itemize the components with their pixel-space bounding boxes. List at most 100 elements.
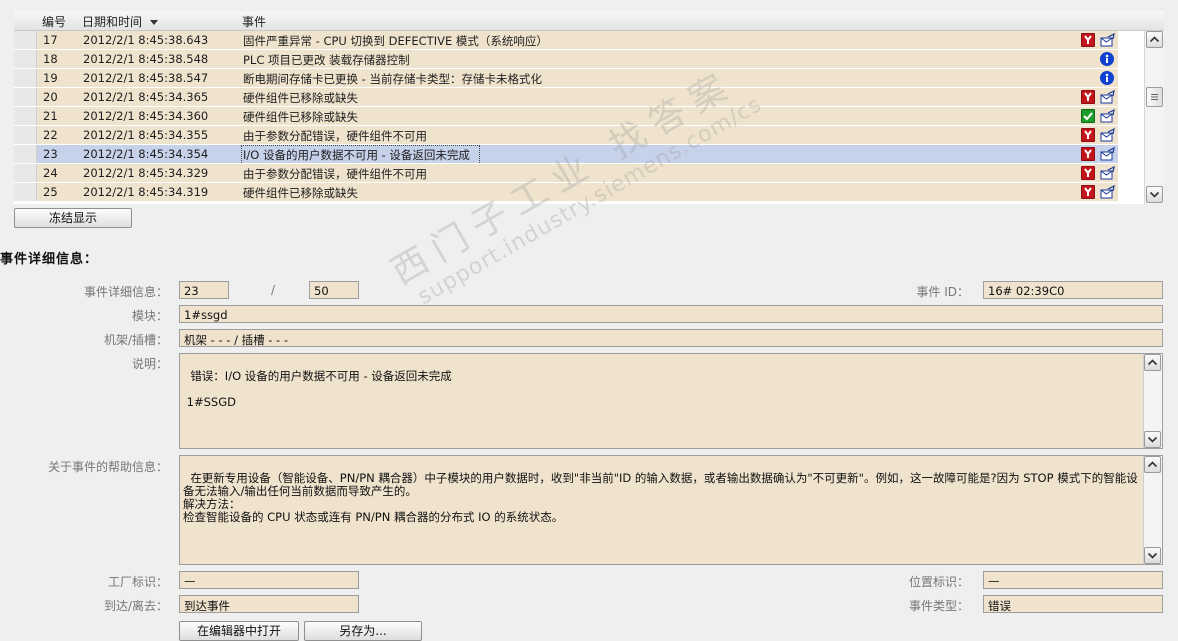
table-header: 编号 日期和时间 事件 bbox=[14, 11, 1164, 31]
row-event-text: 硬件组件已移除或缺失 bbox=[243, 110, 358, 124]
description-textarea[interactable]: 错误：I/O 设备的用户数据不可用 - 设备返回未完成 1#SSGD bbox=[179, 353, 1163, 449]
acknowledge-icon[interactable] bbox=[1100, 166, 1115, 180]
row-selector[interactable] bbox=[14, 88, 37, 106]
info-icon[interactable] bbox=[1100, 52, 1114, 66]
event-total-field[interactable]: 50 bbox=[309, 281, 359, 299]
event-type-field[interactable]: 错误 bbox=[983, 595, 1163, 613]
row-number: 25 bbox=[43, 185, 58, 199]
row-selector[interactable] bbox=[14, 183, 37, 201]
description-scrollbar[interactable] bbox=[1143, 354, 1162, 448]
row-number: 23 bbox=[43, 147, 58, 161]
row-datetime: 2012/2/1 8:45:38.547 bbox=[83, 71, 209, 85]
row-selector[interactable] bbox=[14, 145, 37, 163]
row-number: 22 bbox=[43, 128, 58, 142]
location-id-label: 位置标识： bbox=[908, 575, 969, 589]
table-row[interactable]: 23 2012/2/1 8:45:34.354 I/O 设备的用户数据不可用 - 设… bbox=[14, 145, 1118, 165]
scroll-up-button[interactable] bbox=[1144, 456, 1161, 473]
row-number: 21 bbox=[43, 109, 58, 123]
scroll-down-button[interactable] bbox=[1144, 431, 1161, 448]
table-row[interactable]: 17 2012/2/1 8:45:38.643 固件严重异常 - CPU 切换到 D… bbox=[14, 31, 1118, 50]
row-event-text: PLC 项目已更改 装载存储器控制 bbox=[243, 53, 410, 67]
table-row[interactable]: 24 2012/2/1 8:45:34.329 由于参数分配错误，硬件组件不可用 bbox=[14, 164, 1118, 183]
table-scrollbar[interactable] bbox=[1144, 31, 1164, 204]
help-text: 在更新专用设备（智能设备、PN/PN 耦合器）中子模块的用户数据时，收到"非当前… bbox=[183, 471, 1138, 524]
scroll-up-button[interactable] bbox=[1144, 354, 1161, 371]
acknowledge-icon[interactable] bbox=[1100, 185, 1115, 199]
error-repair-icon[interactable] bbox=[1081, 147, 1095, 161]
row-selector[interactable] bbox=[14, 126, 37, 144]
table-row[interactable]: 25 2012/2/1 8:45:34.319 硬件组件已移除或缺失 bbox=[14, 183, 1118, 202]
table-row[interactable]: 20 2012/2/1 8:45:34.365 硬件组件已移除或缺失 bbox=[14, 88, 1118, 107]
row-number: 19 bbox=[43, 71, 58, 85]
scroll-thumb[interactable] bbox=[1146, 87, 1163, 107]
row-selector[interactable] bbox=[14, 31, 37, 49]
arrive-leave-label: 到达/离去： bbox=[103, 599, 168, 613]
scroll-down-button[interactable] bbox=[1144, 547, 1161, 564]
column-header-event[interactable]: 事件 bbox=[242, 13, 266, 30]
row-datetime: 2012/2/1 8:45:34.360 bbox=[83, 109, 209, 123]
column-header-datetime[interactable]: 日期和时间 bbox=[82, 13, 159, 30]
acknowledge-icon[interactable] bbox=[1100, 147, 1115, 161]
description-label: 说明： bbox=[131, 357, 168, 371]
event-id-label: 事件 ID： bbox=[916, 285, 969, 299]
chevron-down-icon bbox=[1147, 436, 1158, 443]
row-selector[interactable] bbox=[14, 107, 37, 125]
row-datetime: 2012/2/1 8:45:34.329 bbox=[83, 166, 209, 180]
row-selector[interactable] bbox=[14, 50, 37, 68]
scroll-down-button[interactable] bbox=[1146, 186, 1163, 203]
plant-id-field[interactable]: — bbox=[179, 571, 359, 589]
chevron-up-icon bbox=[1147, 461, 1158, 468]
chevron-up-icon bbox=[1147, 359, 1158, 366]
grip-icon bbox=[1151, 94, 1158, 100]
row-datetime: 2012/2/1 8:45:34.365 bbox=[83, 90, 209, 104]
error-repair-icon[interactable] bbox=[1081, 128, 1095, 142]
column-header-number[interactable]: 编号 bbox=[42, 13, 66, 30]
event-index-field[interactable]: 23 bbox=[179, 281, 229, 299]
acknowledge-icon[interactable] bbox=[1100, 109, 1115, 123]
help-label: 关于事件的帮助信息： bbox=[47, 460, 168, 474]
row-selector[interactable] bbox=[14, 69, 37, 87]
event-rows: 17 2012/2/1 8:45:38.643 固件严重异常 - CPU 切换到 D… bbox=[14, 31, 1118, 202]
section-title: 事件详细信息： bbox=[0, 252, 99, 267]
chevron-down-icon bbox=[1149, 191, 1160, 198]
acknowledge-icon[interactable] bbox=[1100, 90, 1115, 104]
help-scrollbar[interactable] bbox=[1143, 456, 1162, 564]
save-as-button[interactable]: 另存为... bbox=[304, 621, 422, 641]
plant-id-label: 工厂标识： bbox=[107, 575, 168, 589]
row-datetime: 2012/2/1 8:45:34.319 bbox=[83, 185, 209, 199]
arrive-leave-field[interactable]: 到达事件 bbox=[179, 595, 359, 613]
module-field[interactable]: 1#ssgd bbox=[179, 305, 1163, 323]
row-number: 17 bbox=[43, 33, 58, 47]
event-table: 编号 日期和时间 事件 17 2012/2/1 8:45:38.643 固件严重异常… bbox=[14, 11, 1164, 204]
chevron-up-icon bbox=[1149, 36, 1160, 43]
scroll-up-button[interactable] bbox=[1146, 31, 1163, 48]
acknowledge-icon[interactable] bbox=[1100, 128, 1115, 142]
info-icon[interactable] bbox=[1100, 71, 1114, 85]
row-event-text: 由于参数分配错误，硬件组件不可用 bbox=[243, 129, 427, 143]
row-event-text: 固件严重异常 - CPU 切换到 DEFECTIVE 模式（系统响应） bbox=[243, 34, 548, 48]
table-row[interactable]: 22 2012/2/1 8:45:34.355 由于参数分配错误，硬件组件不可用 bbox=[14, 126, 1118, 145]
event-details-label: 事件详细信息： bbox=[83, 285, 168, 299]
event-id-field[interactable]: 16# 02:39C0 bbox=[983, 281, 1163, 299]
rack-slot-field[interactable]: 机架 - - - / 插槽 - - - bbox=[179, 329, 1163, 347]
freeze-display-button[interactable]: 冻结显示 bbox=[14, 208, 132, 228]
event-type-label: 事件类型： bbox=[908, 599, 969, 613]
table-row[interactable]: 19 2012/2/1 8:45:38.547 断电期间存储卡已更换 - 当前存储卡… bbox=[14, 69, 1118, 88]
table-row[interactable]: 21 2012/2/1 8:45:34.360 硬件组件已移除或缺失 bbox=[14, 107, 1118, 126]
row-datetime: 2012/2/1 8:45:34.354 bbox=[83, 147, 209, 161]
open-in-editor-button[interactable]: 在编辑器中打开 bbox=[179, 621, 299, 641]
table-row[interactable]: 18 2012/2/1 8:45:38.548 PLC 项目已更改 装载存储器控制 bbox=[14, 50, 1118, 69]
error-repair-icon[interactable] bbox=[1081, 90, 1095, 104]
row-datetime: 2012/2/1 8:45:34.355 bbox=[83, 128, 209, 142]
help-textarea[interactable]: 在更新专用设备（智能设备、PN/PN 耦合器）中子模块的用户数据时，收到"非当前… bbox=[179, 455, 1163, 565]
error-repair-icon[interactable] bbox=[1081, 185, 1095, 199]
row-selector[interactable] bbox=[14, 164, 37, 182]
error-repair-icon[interactable] bbox=[1081, 166, 1095, 180]
row-event-text: 由于参数分配错误，硬件组件不可用 bbox=[243, 167, 427, 181]
row-event-text: 硬件组件已移除或缺失 bbox=[243, 91, 358, 105]
location-id-field[interactable]: — bbox=[983, 571, 1163, 589]
ok-check-icon[interactable] bbox=[1081, 109, 1095, 123]
acknowledge-icon[interactable] bbox=[1100, 33, 1115, 47]
rack-slot-label: 机架/插槽： bbox=[103, 333, 168, 347]
error-repair-icon[interactable] bbox=[1081, 33, 1095, 47]
